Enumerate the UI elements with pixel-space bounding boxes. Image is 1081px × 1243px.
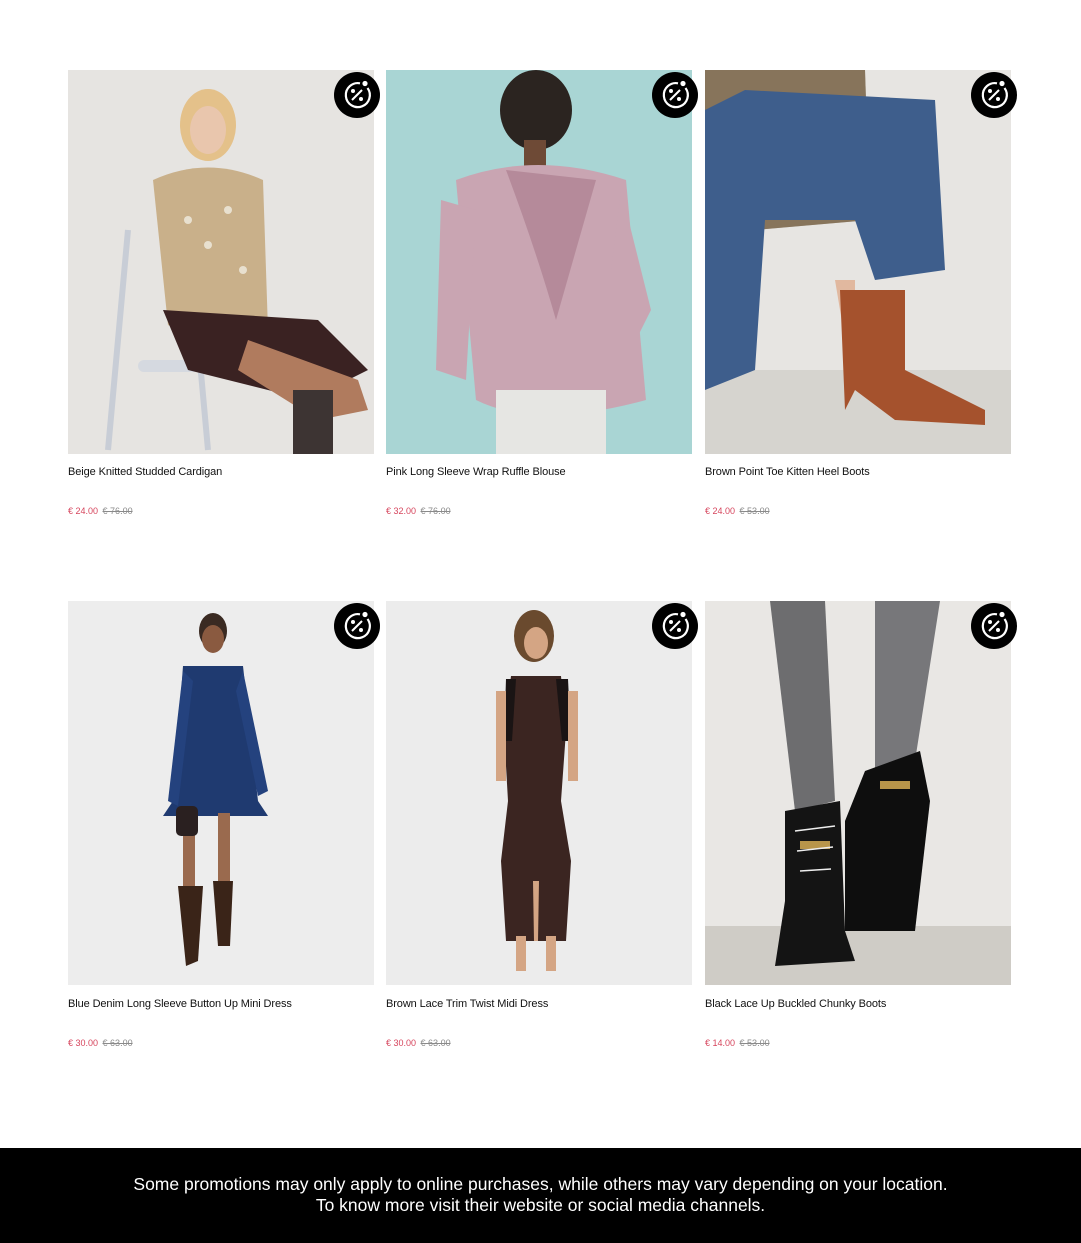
discount-percent-icon[interactable] bbox=[334, 603, 380, 649]
product-name[interactable]: Beige Knitted Studded Cardigan bbox=[68, 466, 222, 478]
original-price: € 76.00 bbox=[420, 506, 451, 516]
promotions-disclaimer-footer: Some promotions may only apply to online… bbox=[0, 1148, 1081, 1243]
original-price: € 76.00 bbox=[102, 506, 133, 516]
product-image[interactable] bbox=[386, 70, 692, 454]
product-price: € 30.00 € 63.00 bbox=[386, 1038, 451, 1048]
discount-percent-icon[interactable] bbox=[971, 72, 1017, 118]
original-price: € 63.00 bbox=[420, 1038, 451, 1048]
product-name[interactable]: Brown Point Toe Kitten Heel Boots bbox=[705, 466, 870, 478]
original-price: € 63.00 bbox=[102, 1038, 133, 1048]
product-price: € 24.00 € 76.00 bbox=[68, 506, 133, 516]
product-name[interactable]: Black Lace Up Buckled Chunky Boots bbox=[705, 998, 886, 1010]
discount-percent-icon[interactable] bbox=[652, 72, 698, 118]
original-price: € 53.00 bbox=[739, 1038, 770, 1048]
product-price: € 30.00 € 63.00 bbox=[68, 1038, 133, 1048]
discount-percent-icon[interactable] bbox=[652, 603, 698, 649]
product-price: € 14.00 € 53.00 bbox=[705, 1038, 770, 1048]
product-image[interactable] bbox=[68, 70, 374, 454]
product-image[interactable] bbox=[705, 70, 1011, 454]
product-image[interactable] bbox=[705, 601, 1011, 985]
original-price: € 53.00 bbox=[739, 506, 770, 516]
sale-price: € 32.00 bbox=[386, 506, 417, 516]
sale-price: € 24.00 bbox=[68, 506, 99, 516]
sale-price: € 30.00 bbox=[68, 1038, 99, 1048]
discount-percent-icon[interactable] bbox=[334, 72, 380, 118]
sale-price: € 24.00 bbox=[705, 506, 736, 516]
product-price: € 24.00 € 53.00 bbox=[705, 506, 770, 516]
disclaimer-line-2: To know more visit their website or soci… bbox=[315, 1195, 766, 1215]
sale-price: € 14.00 bbox=[705, 1038, 736, 1048]
product-price: € 32.00 € 76.00 bbox=[386, 506, 451, 516]
product-name[interactable]: Blue Denim Long Sleeve Button Up Mini Dr… bbox=[68, 998, 292, 1010]
product-image[interactable] bbox=[386, 601, 692, 985]
sale-price: € 30.00 bbox=[386, 1038, 417, 1048]
discount-percent-icon[interactable] bbox=[971, 603, 1017, 649]
product-name[interactable]: Brown Lace Trim Twist Midi Dress bbox=[386, 998, 548, 1010]
disclaimer-line-1: Some promotions may only apply to online… bbox=[133, 1174, 948, 1194]
product-image[interactable] bbox=[68, 601, 374, 985]
product-name[interactable]: Pink Long Sleeve Wrap Ruffle Blouse bbox=[386, 466, 566, 478]
